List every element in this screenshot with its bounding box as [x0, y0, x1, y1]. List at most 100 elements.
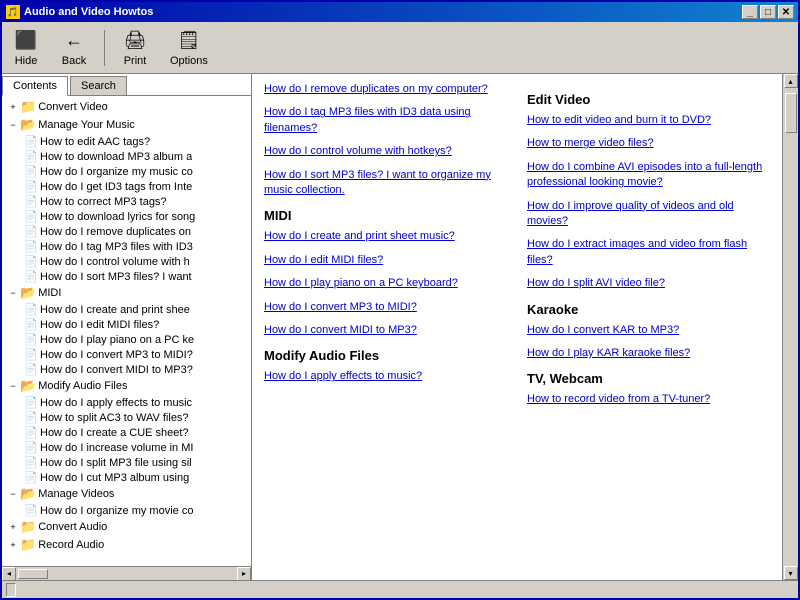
folder-manage-videos-item[interactable]: − 📂 Manage Videos [6, 485, 249, 503]
content-link[interactable]: How do I edit MIDI files? [264, 253, 507, 268]
close-button[interactable]: ✕ [778, 5, 794, 19]
file-icon: 📄 [24, 270, 38, 283]
content-link[interactable]: How to edit video and burn it to DVD? [527, 113, 770, 128]
list-item[interactable]: 📄How do I organize my movie co [22, 503, 249, 518]
content-link[interactable]: How do I convert MP3 to MIDI? [264, 300, 507, 315]
list-item[interactable]: 📄How do I split MP3 file using sil [22, 455, 249, 470]
list-item[interactable]: 📄How to correct MP3 tags? [22, 194, 249, 209]
folder-convert-video-label: Convert Video [38, 101, 108, 113]
tree-view[interactable]: + 📁 Convert Video − 📂 Manage Your Music … [2, 96, 251, 566]
file-icon: 📄 [24, 240, 38, 253]
main-area: Contents Search + 📁 Convert Video − [2, 74, 798, 580]
list-item[interactable]: 📄How do I sort MP3 files? I want [22, 269, 249, 284]
list-item[interactable]: 📄How do I control volume with h [22, 254, 249, 269]
expand-icon: − [8, 120, 18, 130]
list-item[interactable]: 📄How do I increase volume in MI [22, 440, 249, 455]
scroll-down-button[interactable]: ▾ [784, 566, 798, 580]
file-icon: 📄 [24, 426, 38, 439]
folder-icon: 📂 [20, 378, 36, 394]
v-scrollbar-thumb[interactable] [785, 93, 797, 133]
content-link[interactable]: How do I control volume with hotkeys? [264, 144, 507, 159]
expand-icon: − [8, 288, 18, 298]
minimize-button[interactable]: _ [742, 5, 758, 19]
section-title-karaoke: Karaoke [527, 302, 770, 317]
file-icon: 📄 [24, 180, 38, 193]
content-link[interactable]: How do I tag MP3 files with ID3 data usi… [264, 105, 507, 136]
file-icon: 📄 [24, 210, 38, 223]
scroll-up-button[interactable]: ▴ [784, 74, 798, 88]
content-link[interactable]: How do I convert MIDI to MP3? [264, 323, 507, 338]
list-item[interactable]: 📄How to edit AAC tags? [22, 134, 249, 149]
folder-modify-audio-item[interactable]: − 📂 Modify Audio Files [6, 377, 249, 395]
content-left-col: How do I remove duplicates on my compute… [264, 82, 507, 416]
list-item[interactable]: 📄How do I apply effects to music [22, 395, 249, 410]
list-item[interactable]: 📄How to download lyrics for song [22, 209, 249, 224]
hide-icon: ⬛ [14, 29, 38, 53]
list-item[interactable]: 📄How do I create and print shee [22, 302, 249, 317]
list-item[interactable]: 📄How to download MP3 album a [22, 149, 249, 164]
list-item[interactable]: 📄How do I get ID3 tags from Inte [22, 179, 249, 194]
expand-icon: + [8, 522, 18, 532]
list-item[interactable]: 📄How do I edit MIDI files? [22, 317, 249, 332]
scroll-left-button[interactable]: ◂ [2, 567, 16, 581]
folder-midi: − 📂 MIDI 📄How do I create and print shee… [4, 284, 249, 377]
maximize-button[interactable]: □ [760, 5, 776, 19]
folder-modify-audio: − 📂 Modify Audio Files 📄How do I apply e… [4, 377, 249, 485]
list-item[interactable]: 📄How do I cut MP3 album using [22, 470, 249, 485]
folder-record-audio-item[interactable]: + 📁 Record Audio [6, 536, 249, 554]
v-scrollbar-track[interactable] [784, 88, 798, 566]
scroll-right-button[interactable]: ▸ [237, 567, 251, 581]
list-item[interactable]: 📄How do I remove duplicates on [22, 224, 249, 239]
content-link[interactable]: How do I improve quality of videos and o… [527, 199, 770, 230]
list-item[interactable]: 📄How do I play piano on a PC ke [22, 332, 249, 347]
h-scrollbar-thumb[interactable] [18, 569, 48, 579]
list-item[interactable]: 📄How do I tag MP3 files with ID3 [22, 239, 249, 254]
toolbar: ⬛ Hide ← Back 🖨 Print 🗒 Options [2, 22, 798, 74]
file-icon: 📄 [24, 333, 38, 346]
folder-convert-video-item[interactable]: + 📁 Convert Video [6, 98, 249, 116]
folder-record-audio-label: Record Audio [38, 539, 104, 551]
content-link[interactable]: How do I sort MP3 files? I want to organ… [264, 168, 507, 199]
folder-midi-item[interactable]: − 📂 MIDI [6, 284, 249, 302]
file-icon: 📄 [24, 471, 38, 484]
folder-icon: 📁 [20, 99, 36, 115]
left-panel: Contents Search + 📁 Convert Video − [2, 74, 252, 580]
content-link[interactable]: How to record video from a TV-tuner? [527, 392, 770, 407]
content-link[interactable]: How do I convert KAR to MP3? [527, 323, 770, 338]
print-label: Print [124, 55, 147, 67]
options-label: Options [170, 55, 208, 67]
content-link[interactable]: How to merge video files? [527, 136, 770, 151]
print-button[interactable]: 🖨 Print [115, 26, 155, 70]
back-button[interactable]: ← Back [54, 26, 94, 70]
section-title-edit-video: Edit Video [527, 92, 770, 107]
list-item[interactable]: 📄How do I convert MIDI to MP3? [22, 362, 249, 377]
expand-icon: − [8, 381, 18, 391]
content-link[interactable]: How do I split AVI video file? [527, 276, 770, 291]
list-item[interactable]: 📄How do I create a CUE sheet? [22, 425, 249, 440]
tab-search[interactable]: Search [70, 76, 127, 95]
list-item[interactable]: 📄How to split AC3 to WAV files? [22, 410, 249, 425]
content-link[interactable]: How do I play piano on a PC keyboard? [264, 276, 507, 291]
folder-convert-audio-item[interactable]: + 📁 Convert Audio [6, 518, 249, 536]
content-link[interactable]: How do I remove duplicates on my compute… [264, 82, 507, 97]
content-link[interactable]: How do I apply effects to music? [264, 369, 507, 384]
folder-convert-audio-label: Convert Audio [38, 521, 107, 533]
file-icon: 📄 [24, 396, 38, 409]
tab-contents[interactable]: Contents [2, 76, 68, 96]
hide-button[interactable]: ⬛ Hide [6, 26, 46, 70]
folder-manage-music-item[interactable]: − 📂 Manage Your Music [6, 116, 249, 134]
content-area: How do I remove duplicates on my compute… [252, 74, 782, 580]
content-link[interactable]: How do I create and print sheet music? [264, 229, 507, 244]
expand-icon: − [8, 489, 18, 499]
content-link[interactable]: How do I combine AVI episodes into a ful… [527, 160, 770, 191]
folder-modify-audio-label: Modify Audio Files [38, 380, 127, 392]
file-icon: 📄 [24, 255, 38, 268]
content-link[interactable]: How do I play KAR karaoke files? [527, 346, 770, 361]
list-item[interactable]: 📄How do I organize my music co [22, 164, 249, 179]
content-link[interactable]: How do I extract images and video from f… [527, 237, 770, 268]
h-scrollbar-track[interactable] [16, 568, 237, 580]
list-item[interactable]: 📄How do I convert MP3 to MIDI? [22, 347, 249, 362]
options-button[interactable]: 🗒 Options [163, 26, 215, 70]
file-icon: 📄 [24, 165, 38, 178]
folder-manage-videos-children: 📄How do I organize my movie co [6, 503, 249, 518]
